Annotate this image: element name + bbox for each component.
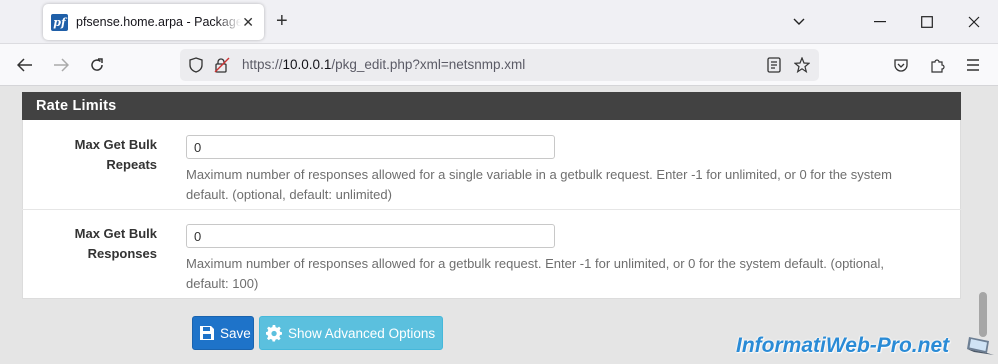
tab-strip: pf pfsense.home.arpa - Package: NetSNMP:… [0, 0, 998, 44]
url-text[interactable]: https://10.0.0.1/pkg_edit.php?xml=netsnm… [242, 57, 525, 72]
row-divider [22, 209, 961, 210]
page-content: Rate Limits Max Get Bulk Repeats Maximum… [0, 87, 998, 364]
save-label: Save [220, 325, 251, 341]
tab-close-icon[interactable]: ✕ [242, 13, 254, 31]
label-line: Responses [87, 246, 157, 261]
label-line: Repeats [106, 157, 157, 172]
help-line: Maximum number of responses allowed for … [186, 167, 892, 182]
navigation-bar: https://10.0.0.1/pkg_edit.php?xml=netsnm… [0, 44, 998, 86]
insecure-lock-icon[interactable] [212, 55, 232, 75]
show-advanced-options-button[interactable]: Show Advanced Options [259, 316, 443, 350]
help-line: Maximum number of responses allowed for … [186, 256, 885, 271]
max-get-bulk-repeats-help: Maximum number of responses allowed for … [186, 165, 956, 205]
max-get-bulk-repeats-label: Max Get Bulk Repeats [7, 135, 157, 175]
pocket-icon[interactable] [890, 54, 912, 76]
url-prefix: https:// [242, 57, 283, 72]
browser-tab-active[interactable]: pf pfsense.home.arpa - Package: NetSNMP:… [43, 4, 264, 40]
max-get-bulk-responses-label: Max Get Bulk Responses [7, 224, 157, 264]
bookmark-star-icon[interactable] [792, 55, 812, 75]
help-line: default: 100) [186, 276, 259, 291]
label-line: Max Get Bulk [74, 137, 157, 152]
reader-view-icon[interactable] [764, 55, 784, 75]
extensions-puzzle-icon[interactable] [926, 54, 948, 76]
page-scrollbar-thumb[interactable] [979, 292, 987, 337]
gear-icon [266, 324, 283, 342]
show-advanced-options-label: Show Advanced Options [288, 325, 436, 341]
list-all-tabs-icon[interactable] [789, 12, 809, 32]
menu-hamburger-icon[interactable] [962, 54, 984, 76]
tab-title: pfsense.home.arpa - Package: NetSNMP: Se… [76, 15, 241, 29]
laptop-logo-icon [967, 337, 994, 355]
minimize-icon[interactable] [870, 12, 890, 32]
url-host: 10.0.0.1 [282, 57, 332, 72]
panel-heading: Rate Limits [22, 92, 961, 120]
pfsense-favicon-icon: pf [51, 13, 68, 31]
new-tab-button[interactable]: + [276, 10, 288, 32]
max-get-bulk-repeats-input[interactable] [186, 135, 555, 159]
max-get-bulk-responses-input[interactable] [186, 224, 555, 248]
tracking-protection-shield-icon[interactable] [186, 55, 206, 75]
back-arrow-icon[interactable] [14, 54, 36, 76]
url-bar[interactable]: https://10.0.0.1/pkg_edit.php?xml=netsnm… [180, 49, 819, 81]
watermark-text: InformatiWeb-Pro.net [736, 334, 950, 357]
url-path: /pkg_edit.php?xml=netsnmp.xml [331, 57, 526, 72]
max-get-bulk-responses-help: Maximum number of responses allowed for … [186, 254, 956, 294]
save-button[interactable]: Save [192, 316, 254, 350]
help-line: default. (optional, default: unlimited) [186, 187, 392, 202]
forward-arrow-icon[interactable] [50, 54, 72, 76]
close-window-icon[interactable] [964, 12, 984, 32]
reload-icon[interactable] [86, 54, 108, 76]
label-line: Max Get Bulk [74, 226, 157, 241]
floppy-disk-icon [199, 325, 215, 341]
maximize-icon[interactable] [917, 12, 937, 32]
